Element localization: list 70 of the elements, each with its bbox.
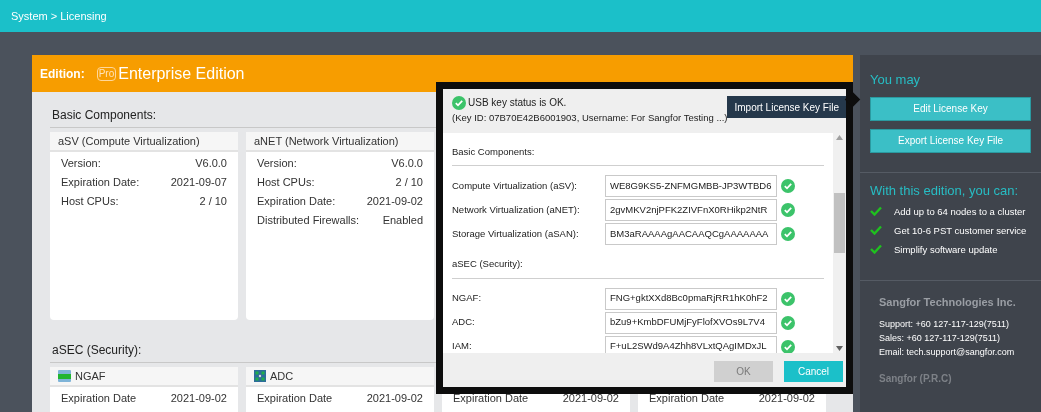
field-value: 2021-09-02 xyxy=(758,391,815,407)
scroll-up-icon[interactable] xyxy=(836,135,843,140)
field-label: Expiration Date xyxy=(61,391,137,407)
field-value: 2021-09-02 xyxy=(562,391,619,407)
field-value: 2 / 10 xyxy=(199,194,227,210)
sidebar-title: You may xyxy=(870,71,922,89)
card-title: aNET (Network Virtualization) xyxy=(254,133,399,149)
company-name: Sangfor Technologies Inc. xyxy=(879,295,1017,310)
key-label: Storage Virtualization (aSAN): xyxy=(452,227,580,242)
key-label: Network Virtualization (aNET): xyxy=(452,203,581,218)
import-button[interactable]: Import License Key File xyxy=(727,96,846,118)
contact-line: Email: tech.support@sangfor.com xyxy=(879,345,1016,359)
field-label: Expiration Date: xyxy=(257,194,336,210)
license-key-field[interactable]: 2gvMKV2njPFK2ZIVFnX0RHikp2NtR xyxy=(605,199,777,222)
field-value: Enabled xyxy=(382,213,423,229)
field-label: Host CPUs: xyxy=(61,194,119,210)
check-icon xyxy=(870,206,882,216)
check-circle-icon xyxy=(781,179,795,194)
check-icon xyxy=(870,244,882,254)
field-value: 2 / 10 xyxy=(395,175,423,191)
firewall-icon xyxy=(58,370,71,382)
license-key-field[interactable]: bZu9+KmbDFUMjFyFlofXVOs9L7V4 xyxy=(605,311,777,334)
field-label: Version: xyxy=(61,156,101,172)
field-value: 2021-09-07 xyxy=(170,175,227,191)
status-ok-icon xyxy=(452,95,466,110)
contact-line: Support: +60 127-117-129(7511) xyxy=(879,317,1010,331)
field-value: V6.0.0 xyxy=(391,156,423,172)
field-label: Expiration Date xyxy=(453,391,529,407)
breadcrumb: System > Licensing xyxy=(11,8,107,24)
field-value: 2021-09-02 xyxy=(366,194,423,210)
card-title: NGAF xyxy=(75,368,106,384)
license-key-field[interactable]: F+uL2SWd9A4Zhh8VLxtQAgIMDxJL xyxy=(605,335,777,353)
license-key-field[interactable]: FNG+gktXXd8Bc0pmaRjRR1hK0hF2 xyxy=(605,287,777,310)
key-label: NGAF: xyxy=(452,291,483,306)
key-label: IAM: xyxy=(452,339,473,353)
edition-label: Edition: xyxy=(40,65,85,83)
license-key-field[interactable]: BM3aRAAAAgAACAAQCgAAAAAAA xyxy=(605,223,777,246)
feature-text: Add up to 64 nodes to a cluster xyxy=(894,205,1026,218)
group-title: Basic Components: xyxy=(452,145,824,167)
contact-line: Sales: +60 127-117-129(7511) xyxy=(879,331,1001,345)
card-title: ADC xyxy=(270,368,294,384)
scroll-thumb[interactable] xyxy=(834,193,845,253)
card-title: aSV (Compute Virtualization) xyxy=(58,133,200,149)
license-key-field[interactable]: WE8G9KS5-ZNFMGMBB-JP3WTBD6 xyxy=(605,175,777,198)
check-circle-icon xyxy=(781,315,795,330)
check-circle-icon xyxy=(781,227,795,242)
key-label: Compute Virtualization (aSV): xyxy=(452,179,578,194)
key-details: (Key ID: 07B70E42B6001903, Username: For Sangfor Testing ...) xyxy=(452,111,728,125)
field-value: V6.0.0 xyxy=(195,156,227,172)
feature-text: Get 10-6 PST customer service xyxy=(894,224,1027,237)
field-label: Distributed Firewalls: xyxy=(257,213,360,229)
key-label: ADC: xyxy=(452,315,476,330)
grid-icon xyxy=(254,370,266,382)
company-name: Sangfor (P.R.C) xyxy=(879,371,953,386)
pro-badge: Pro xyxy=(96,66,117,81)
check-circle-icon xyxy=(781,203,795,218)
field-label: Expiration Date: xyxy=(61,175,140,191)
field-label: Expiration Date xyxy=(257,391,333,407)
field-label: Version: xyxy=(257,156,297,172)
group-title: aSEC (Security): xyxy=(452,257,824,279)
edition-name: Enterprise Edition xyxy=(118,63,245,84)
check-icon xyxy=(870,225,882,235)
field-label: Expiration Date xyxy=(649,391,725,407)
field-label: Host CPUs: xyxy=(257,175,315,191)
check-circle-icon xyxy=(781,291,795,306)
feature-text: Simplify software update xyxy=(894,243,998,256)
field-value: 2021-09-02 xyxy=(366,391,423,407)
features-title: With this edition, you can: xyxy=(870,181,1020,200)
field-value: 2021-09-02 xyxy=(170,391,227,407)
scroll-down-icon[interactable] xyxy=(836,346,843,351)
